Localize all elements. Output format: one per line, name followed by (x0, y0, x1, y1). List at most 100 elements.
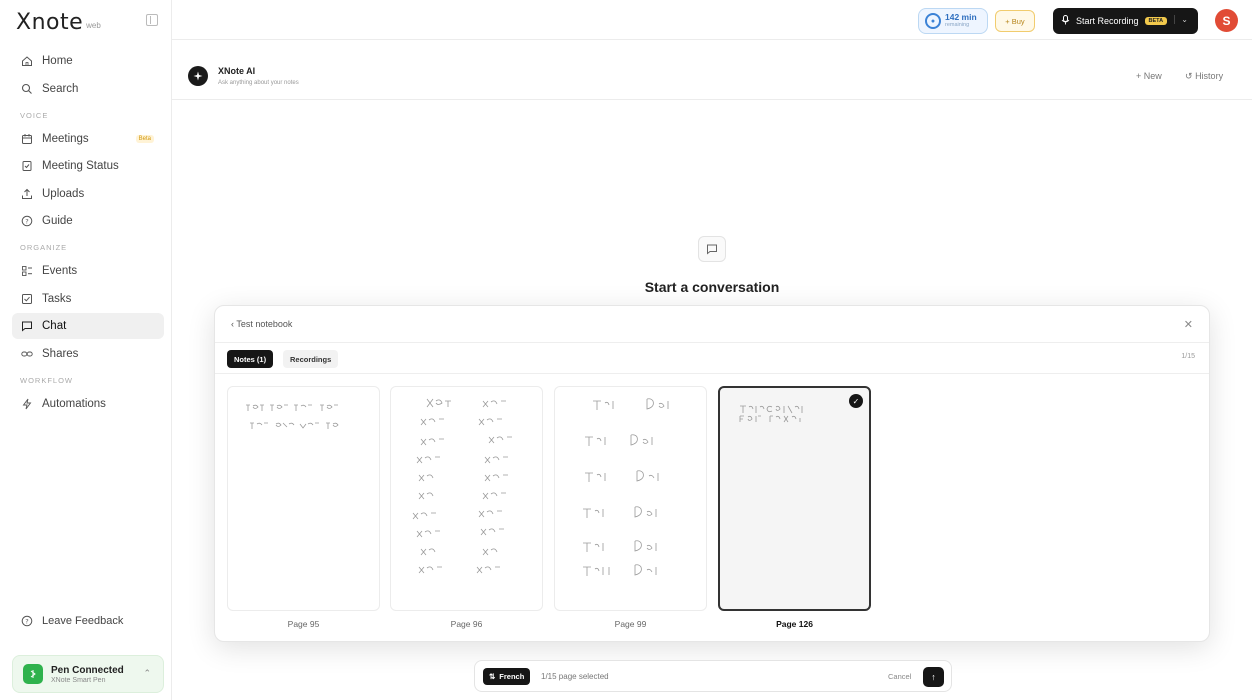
language-label: French (499, 672, 525, 681)
send-button[interactable]: ↑ (923, 667, 944, 687)
section-workflow: WORKFLOW (20, 375, 73, 385)
help-icon: ? (20, 214, 34, 228)
events-icon (20, 264, 34, 278)
avatar[interactable]: S (1215, 9, 1238, 32)
close-icon[interactable]: ✕ (1184, 318, 1193, 331)
tab-notes[interactable]: Notes (1) (227, 350, 274, 368)
translate-icon: ⇅ (489, 672, 496, 681)
handwriting-sketch (583, 398, 669, 576)
chat-subtitle: Ask anything about your notes (218, 80, 299, 86)
sidebar-item-uploads[interactable]: Uploads (12, 181, 164, 207)
handwriting-sketch (246, 404, 339, 429)
sidebar-item-label: Meeting Status (42, 160, 119, 172)
sidebar: Xnote web Home Search VOICE Meetings Bet… (0, 0, 172, 700)
automation-icon (20, 397, 34, 411)
svg-text:?: ? (25, 617, 28, 625)
chat-bubble-icon (698, 236, 726, 262)
sidebar-item-chat[interactable]: Chat (12, 313, 164, 339)
nav-top: Home Search VOICE Meetings Beta Meeting … (12, 48, 164, 418)
arrow-up-icon: ↑ (931, 672, 936, 682)
beta-badge: Beta (135, 134, 154, 143)
home-icon (20, 54, 34, 68)
pen-status-card[interactable]: Pen Connected XNote Smart Pen ⌃ (12, 655, 164, 693)
chat-icon (20, 319, 34, 333)
chevron-down-icon[interactable]: ⌄ (1174, 15, 1188, 24)
sidebar-item-label: Automations (42, 397, 106, 410)
sidebar-item-label: Chat (42, 320, 67, 332)
history-button[interactable]: ↺ History (1185, 71, 1223, 82)
ai-logo-icon (188, 66, 208, 86)
start-recording-button[interactable]: Start Recording BETA ⌄ (1053, 8, 1198, 34)
language-button[interactable]: ⇅ French (483, 668, 531, 685)
sidebar-item-label: Guide (42, 215, 73, 227)
sidebar-item-meetings[interactable]: Meetings Beta (12, 126, 164, 152)
svg-text:?: ? (25, 217, 28, 225)
sidebar-item-tasks[interactable]: Tasks (12, 286, 164, 312)
sidebar-item-label: Meetings (42, 132, 89, 145)
notebook-name: Test notebook (236, 319, 293, 329)
record-beta-badge: BETA (1144, 17, 1168, 25)
status-icon (20, 159, 34, 173)
sidebar-item-search[interactable]: Search (12, 76, 164, 102)
tab-recordings[interactable]: Recordings (283, 350, 339, 368)
section-organize: ORGANIZE (20, 243, 68, 252)
page-label: Page 96 (450, 619, 483, 629)
sidebar-item-events[interactable]: Events (12, 258, 164, 284)
upload-icon (20, 187, 34, 201)
feedback-label: Leave Feedback (42, 615, 124, 627)
new-chat-button[interactable]: + New (1136, 71, 1162, 81)
back-to-notebook-button[interactable]: ‹ Test notebook (231, 319, 292, 329)
sidebar-item-label: Uploads (42, 187, 85, 200)
pen-title: Pen Connected (51, 664, 124, 676)
cancel-button[interactable]: Cancel (888, 672, 911, 681)
sidebar-item-label: Search (42, 82, 79, 95)
page-label: Page 95 (287, 619, 320, 629)
minutes-label: remaining (945, 22, 970, 28)
sidebar-item-meeting-status[interactable]: Meeting Status (12, 153, 164, 179)
chat-header: XNote AI Ask anything about your notes +… (172, 40, 1252, 100)
history-label: History (1195, 71, 1224, 81)
sidebar-item-label: Events (42, 265, 78, 277)
help-icon: ? (20, 614, 34, 628)
handwriting-sketch (739, 405, 803, 423)
selection-status: 1/15 page selected (541, 672, 609, 681)
mic-icon (1061, 15, 1070, 27)
sidebar-item-shares[interactable]: Shares (12, 341, 164, 367)
leave-feedback-button[interactable]: ? Leave Feedback (20, 614, 123, 628)
sidebar-item-label: Tasks (42, 292, 72, 305)
page-thumbnail[interactable] (554, 386, 707, 611)
page-thumbnail[interactable] (390, 386, 543, 611)
chevron-up-icon: ⌃ (143, 668, 151, 678)
sidebar-item-label: Shares (42, 347, 79, 360)
record-label: Start Recording (1076, 16, 1139, 26)
clock-icon: ● (925, 13, 941, 29)
collapse-sidebar-icon[interactable] (146, 14, 158, 26)
top-bar: ● 142 min remaining + Buy Start Recordin… (172, 0, 1252, 40)
sidebar-item-automations[interactable]: Automations (12, 391, 164, 417)
minutes-value: 142 min (945, 12, 977, 22)
logo-sub: web (86, 20, 101, 30)
modal-tabs: Notes (1) Recordings 1/15 (215, 342, 1209, 374)
section-voice: VOICE (20, 110, 49, 120)
empty-state-title: Start a conversation (644, 279, 780, 295)
page-thumbnail[interactable] (227, 386, 380, 611)
logo[interactable]: Xnote web (16, 9, 101, 35)
check-icon: ✓ (849, 394, 863, 408)
logo-text: Xnote (16, 9, 84, 35)
buy-button[interactable]: + Buy (995, 10, 1035, 32)
page-picker-modal: ‹ Test notebook ✕ Notes (1) Recordings 1… (214, 305, 1210, 642)
sidebar-item-label: Home (42, 55, 73, 67)
chat-title: XNote AI (218, 66, 256, 76)
pen-subtitle: XNote Smart Pen (51, 676, 106, 684)
sidebar-item-guide[interactable]: ? Guide (12, 208, 164, 234)
tasks-icon (20, 292, 34, 306)
chat-input-bar: ⇅ French 1/15 page selected Cancel ↑ (474, 660, 952, 692)
page-thumbnail-selected[interactable]: ✓ (718, 386, 871, 611)
page-label: Page 126 (776, 619, 813, 629)
calendar-icon (20, 132, 34, 146)
minutes-remaining[interactable]: ● 142 min remaining (918, 8, 988, 34)
page-count: 1/15 (1181, 353, 1195, 360)
sidebar-item-home[interactable]: Home (12, 48, 164, 74)
pen-icon (23, 664, 43, 684)
search-icon (20, 82, 34, 96)
